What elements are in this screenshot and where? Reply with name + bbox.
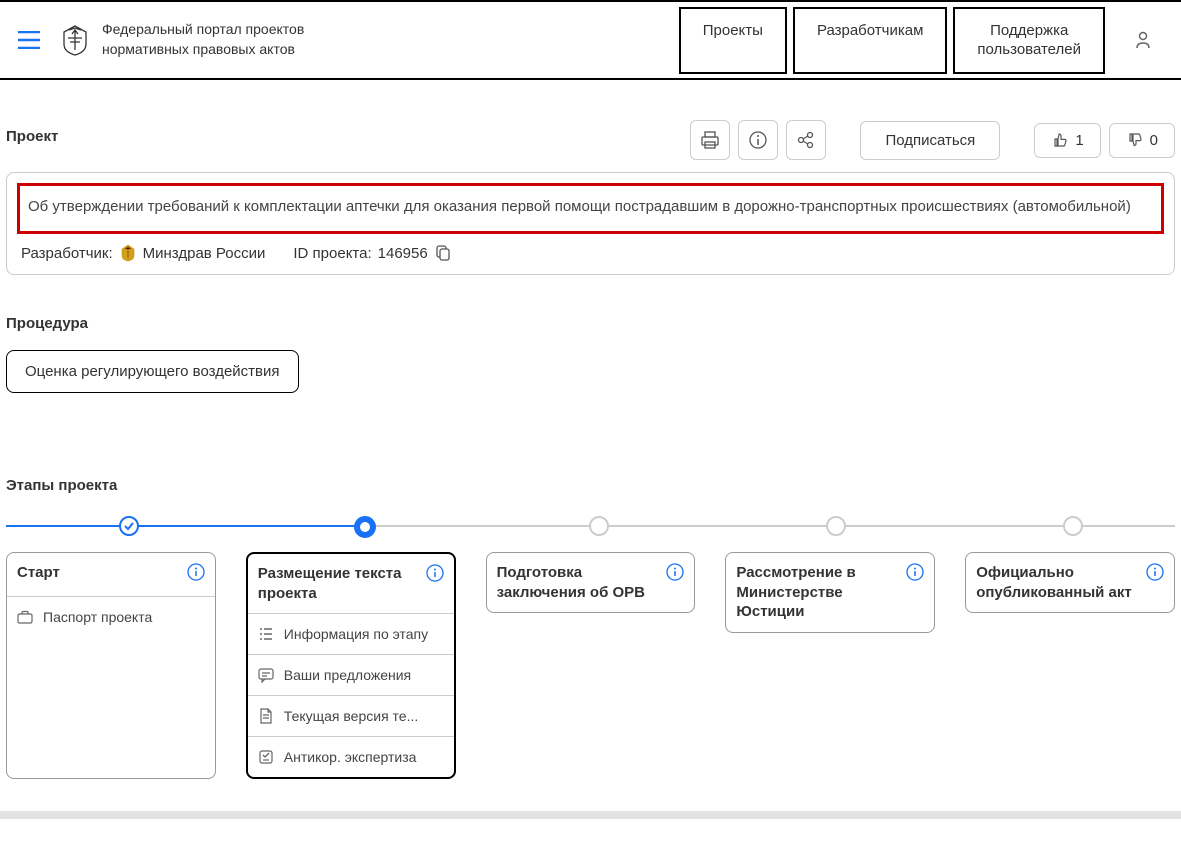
stage-sub-anticorruption[interactable]: Антикор. экспертиза [248, 737, 454, 777]
stage-card-text[interactable]: Размещение текста проекта Информация по … [246, 552, 456, 779]
nav-projects-button[interactable]: Проекты [679, 7, 787, 74]
list-icon [258, 626, 274, 642]
timeline-node-done[interactable] [119, 516, 139, 536]
stage-sub-passport[interactable]: Паспорт проекта [7, 597, 215, 637]
nav-buttons: Проекты Разработчикам Поддержка пользова… [679, 7, 1105, 74]
info-button[interactable] [738, 120, 778, 160]
stage-sub-label: Антикор. экспертиза [284, 749, 417, 765]
info-icon[interactable] [1146, 563, 1164, 581]
briefcase-icon [17, 609, 33, 625]
stage-title: Размещение текста проекта [258, 564, 420, 603]
project-meta: Разработчик: Минздрав России ID проекта:… [17, 238, 1164, 264]
thumbs-up-icon [1051, 132, 1067, 148]
stage-card-justice[interactable]: Рассмотрение в Министерстве Юстиции [725, 552, 935, 633]
like-button[interactable]: 1 [1034, 123, 1100, 158]
stage-title: Старт [17, 563, 60, 583]
stage-header-published: Официально опубликованный акт [966, 553, 1174, 612]
info-icon[interactable] [906, 563, 924, 581]
dislike-button[interactable]: 0 [1109, 123, 1175, 158]
nav-support-button[interactable]: Поддержка пользователей [953, 7, 1105, 74]
stage-card-published[interactable]: Официально опубликованный акт [965, 552, 1175, 613]
timeline-node-3[interactable] [589, 516, 609, 536]
copy-icon[interactable] [434, 244, 452, 262]
top-bar: Федеральный портал проектов нормативных … [0, 0, 1181, 80]
timeline-line-active [6, 525, 366, 527]
procedure-section-label: Процедура [6, 315, 1175, 332]
stage-sub-label: Паспорт проекта [43, 609, 152, 625]
project-id-row: ID проекта: 146956 [293, 244, 451, 262]
info-icon[interactable] [426, 564, 444, 582]
share-button[interactable] [786, 120, 826, 160]
project-title: Об утверждении требований к комплектации… [17, 183, 1164, 234]
stage-card-orv[interactable]: Подготовка заключения об ОРВ [486, 552, 696, 613]
project-header-row: Проект Подписаться 1 0 [6, 120, 1175, 160]
stage-header-orv: Подготовка заключения об ОРВ [487, 553, 695, 612]
nav-support-line1: Поддержка [977, 21, 1081, 41]
stage-sub-label: Информация по этапу [284, 626, 428, 642]
info-icon[interactable] [666, 563, 684, 581]
site-title-line1: Федеральный портал проектов [102, 20, 304, 40]
review-icon [258, 749, 274, 765]
thumbs-down-icon [1126, 132, 1142, 148]
stage-sub-version[interactable]: Текущая версия те... [248, 696, 454, 737]
ministry-emblem-icon [119, 244, 137, 262]
stage-header-start: Старт [7, 553, 215, 597]
subscribe-button[interactable]: Подписаться [860, 121, 1000, 160]
stage-header-justice: Рассмотрение в Министерстве Юстиции [726, 553, 934, 632]
project-section-label: Проект [6, 128, 58, 145]
stage-cards: Старт Паспорт проекта Размещение текста … [6, 552, 1175, 779]
developer-label: Разработчик: [21, 245, 113, 262]
print-button[interactable] [690, 120, 730, 160]
stages-section: Этапы проекта Старт [6, 477, 1175, 779]
stage-sub-label: Текущая версия те... [284, 708, 418, 724]
stages-section-label: Этапы проекта [6, 477, 1175, 494]
stage-card-start[interactable]: Старт Паспорт проекта [6, 552, 216, 779]
timeline [6, 514, 1175, 538]
dislike-count: 0 [1150, 132, 1158, 149]
timeline-node-5[interactable] [1063, 516, 1083, 536]
stage-title: Рассмотрение в Министерстве Юстиции [736, 563, 900, 622]
developer-row: Разработчик: Минздрав России [21, 244, 265, 262]
procedure-value[interactable]: Оценка регулирующего воздействия [6, 350, 299, 393]
message-icon [258, 667, 274, 683]
user-icon[interactable] [1135, 31, 1151, 49]
stage-title: Официально опубликованный акт [976, 563, 1140, 602]
menu-icon[interactable] [10, 23, 48, 57]
project-card: Об утверждении требований к комплектации… [6, 172, 1175, 275]
site-title: Федеральный портал проектов нормативных … [102, 20, 304, 59]
stage-title: Подготовка заключения об ОРВ [497, 563, 661, 602]
info-icon[interactable] [187, 563, 205, 581]
nav-support-line2: пользователей [977, 40, 1081, 60]
site-title-line2: нормативных правовых актов [102, 40, 304, 60]
project-actions: Подписаться 1 0 [690, 120, 1175, 160]
timeline-node-current[interactable] [354, 516, 376, 538]
like-count: 1 [1075, 132, 1083, 149]
stage-header-text: Размещение текста проекта [248, 554, 454, 614]
timeline-node-4[interactable] [826, 516, 846, 536]
stage-sub-info[interactable]: Информация по этапу [248, 614, 454, 655]
nav-developers-button[interactable]: Разработчикам [793, 7, 947, 74]
document-icon [258, 708, 274, 724]
developer-name: Минздрав России [143, 245, 266, 262]
state-emblem-icon [60, 24, 90, 56]
stage-sub-proposals[interactable]: Ваши предложения [248, 655, 454, 696]
project-id-value: 146956 [378, 245, 428, 262]
project-id-label: ID проекта: [293, 245, 371, 262]
scrollbar[interactable] [0, 811, 1181, 819]
stage-sub-label: Ваши предложения [284, 667, 411, 683]
